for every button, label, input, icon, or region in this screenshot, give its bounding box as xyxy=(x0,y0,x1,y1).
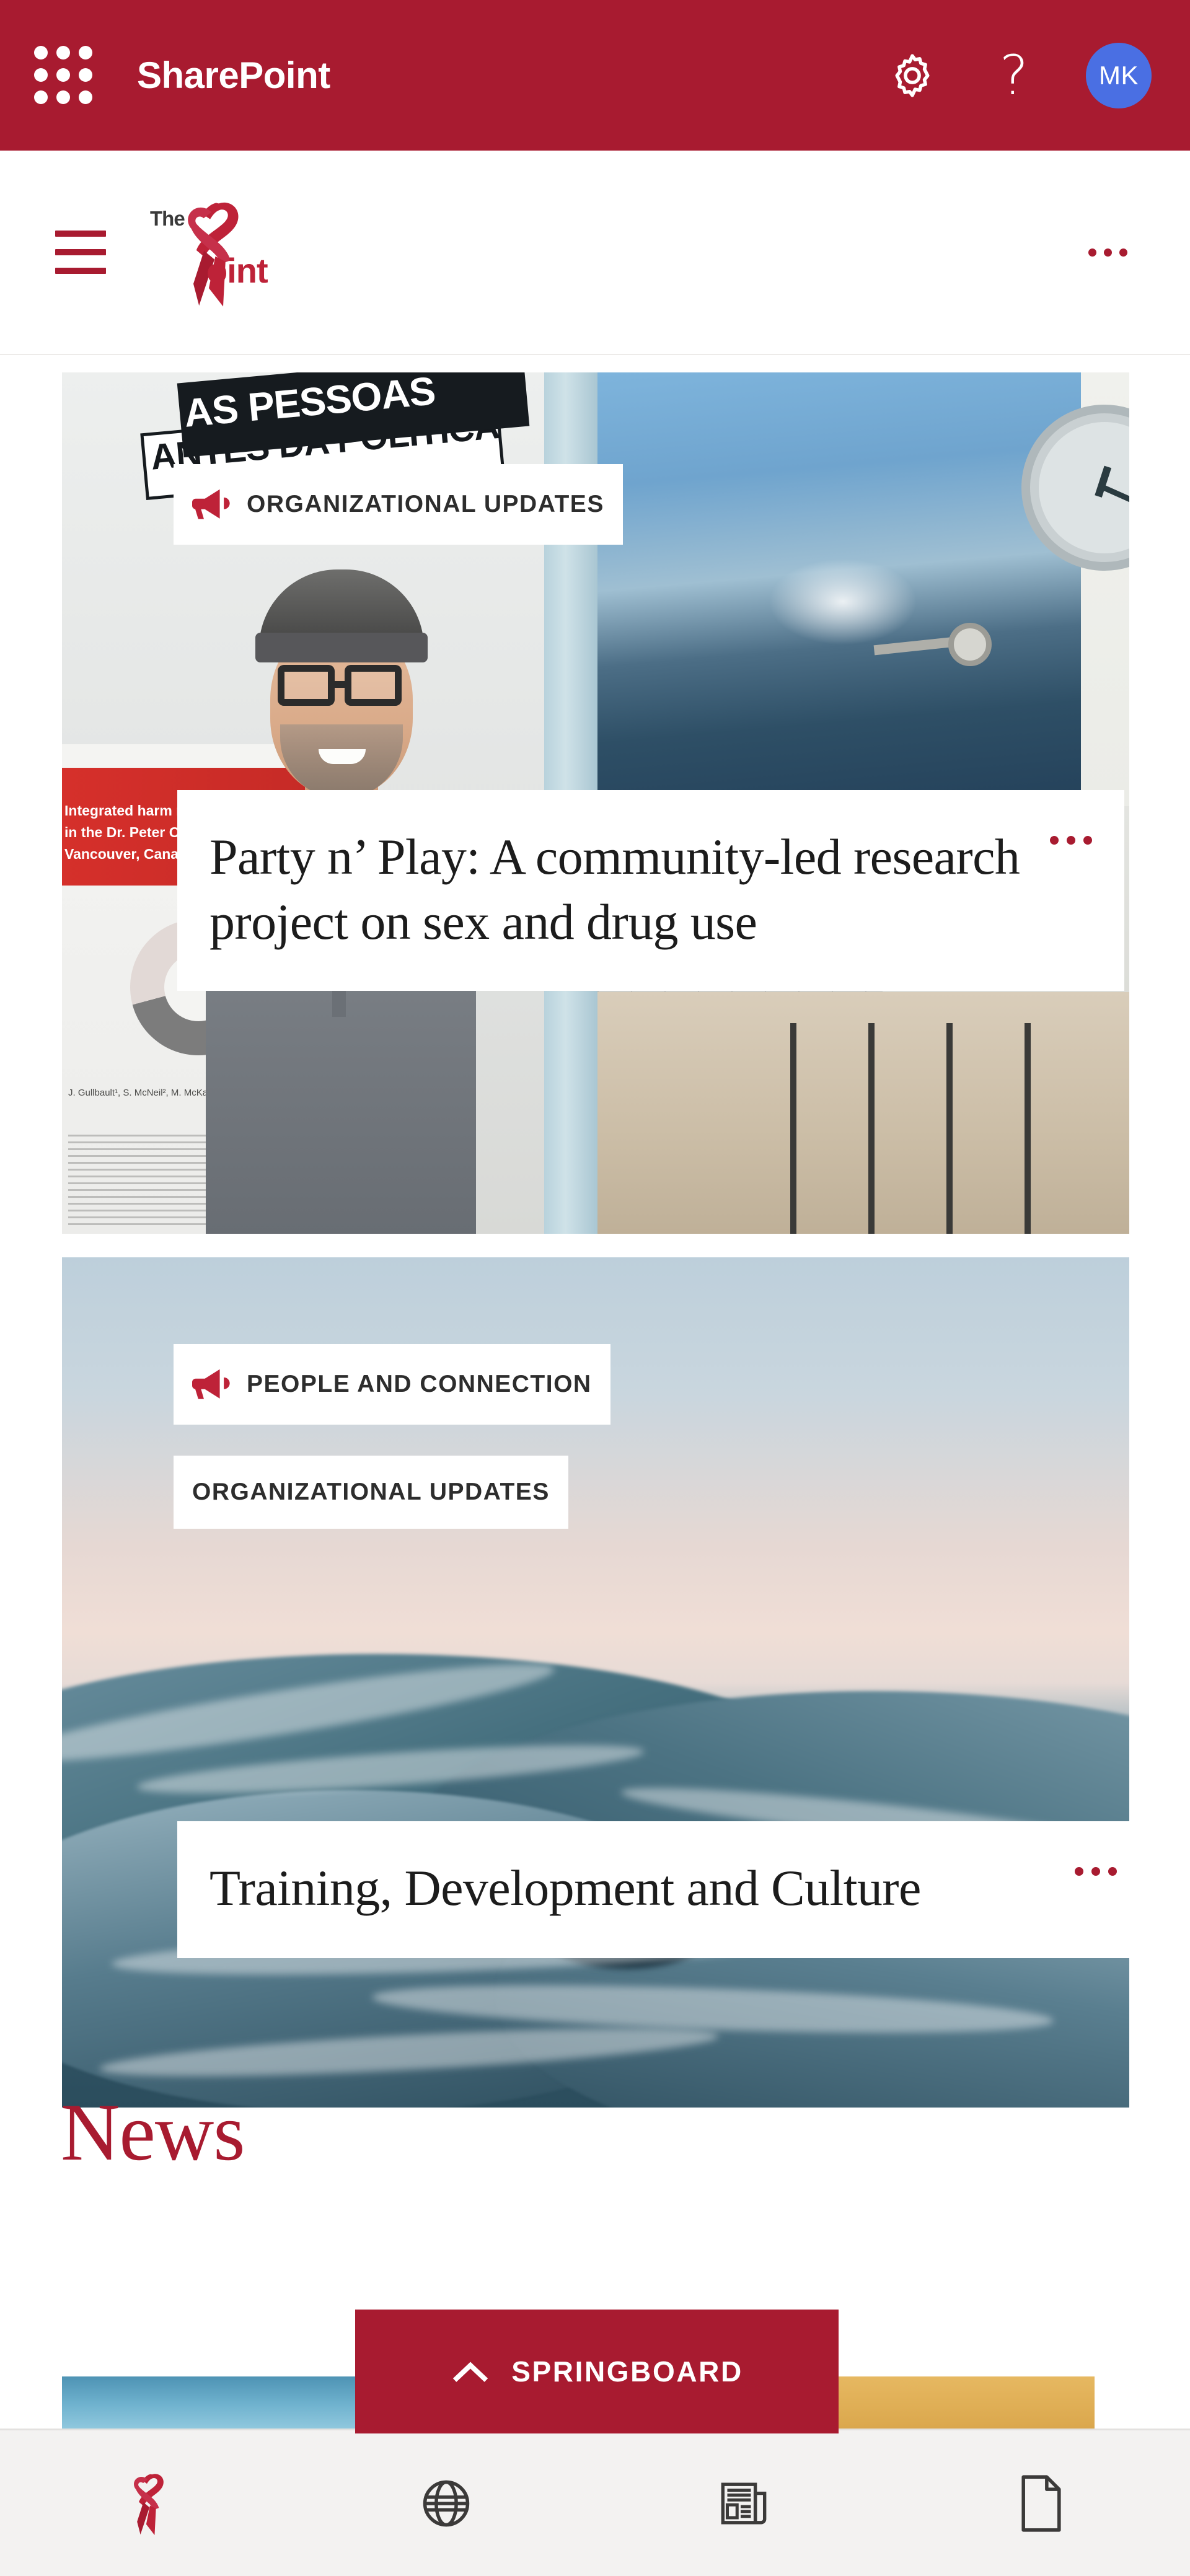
hero-card-2-badge-people-and-connection[interactable]: PEOPLE AND CONNECTION xyxy=(174,1344,610,1425)
waffle-dot xyxy=(34,45,48,59)
ellipsis-dot xyxy=(1067,836,1075,845)
hero-carousel: Integrated harm reduction services in th… xyxy=(0,356,1190,2108)
ellipsis-dot xyxy=(1091,1867,1100,1876)
waffle-dot xyxy=(79,90,92,104)
springboard-label: SPRINGBOARD xyxy=(511,2355,743,2388)
hamburger-bar xyxy=(55,231,106,237)
help-button[interactable]: ? xyxy=(984,46,1044,105)
hero-card-1-badge-organizational-updates[interactable]: ORGANIZATIONAL UPDATES xyxy=(174,464,623,545)
waffle-dot xyxy=(56,45,70,59)
nav-item-sites[interactable] xyxy=(298,2430,595,2576)
hero-card-2-title: Training, Development and Culture xyxy=(209,1860,921,1916)
logo-oint-text: oint xyxy=(206,251,268,290)
nav-item-news[interactable] xyxy=(595,2430,892,2576)
hamburger-bar xyxy=(55,268,106,274)
settings-button[interactable] xyxy=(883,46,942,105)
site-header-ellipsis-icon[interactable] xyxy=(1073,218,1142,286)
ellipsis-dot xyxy=(1108,1867,1117,1876)
aids-ribbon-icon xyxy=(134,2473,164,2535)
badge-label: ORGANIZATIONAL UPDATES xyxy=(247,491,604,517)
site-header: The oint xyxy=(0,151,1190,355)
the-point-logo[interactable]: The oint xyxy=(148,193,271,311)
hamburger-menu-icon[interactable] xyxy=(46,218,115,286)
waffle-grid-icon[interactable] xyxy=(34,45,94,105)
question-mark-icon: ? xyxy=(999,43,1029,107)
nav-item-home[interactable] xyxy=(0,2430,298,2576)
waffle-dot xyxy=(79,68,92,82)
hero-card-1-title: Party n’ Play: A community-led research … xyxy=(209,829,1020,950)
avatar[interactable]: MK xyxy=(1086,42,1152,108)
megaphone-icon xyxy=(192,1369,230,1399)
news-section: News xyxy=(0,2091,1190,2173)
document-icon xyxy=(1021,2474,1061,2532)
hero-card-2-ellipsis-icon[interactable] xyxy=(1075,1856,1117,1876)
megaphone-icon xyxy=(192,489,230,519)
hero-card-party-n-play[interactable]: Integrated harm reduction services in th… xyxy=(62,372,1129,1234)
springboard-button[interactable]: SPRINGBOARD xyxy=(355,2310,839,2433)
ellipsis-dot xyxy=(1119,248,1127,257)
news-heading: News xyxy=(61,2086,245,2178)
waffle-dot xyxy=(56,90,70,104)
ellipsis-dot xyxy=(1083,836,1092,845)
avatar-initials: MK xyxy=(1099,60,1139,90)
hero-card-2-title-plate[interactable]: Training, Development and Culture xyxy=(177,1821,1129,1958)
globe-icon xyxy=(423,2480,470,2526)
suite-bar-actions: ? MK xyxy=(883,42,1152,108)
bottom-navigation-bar xyxy=(0,2429,1190,2576)
waffle-dot xyxy=(79,45,92,59)
nav-item-files[interactable] xyxy=(892,2430,1190,2576)
ellipsis-dot xyxy=(1075,1867,1083,1876)
hero-card-training-development-culture[interactable]: PEOPLE AND CONNECTION ORGANIZATIONAL UPD… xyxy=(62,1257,1129,2108)
ellipsis-dot xyxy=(1050,836,1059,845)
sharepoint-mobile-home-page: SharePoint ? MK The oint Integrated harm… xyxy=(0,0,1190,2576)
badge-label: PEOPLE AND CONNECTION xyxy=(247,1371,592,1397)
suite-bar: SharePoint ? MK xyxy=(0,0,1190,151)
chevron-up-icon xyxy=(453,2362,488,2382)
ellipsis-dot xyxy=(1103,248,1112,257)
hero-card-1-ellipsis-icon[interactable] xyxy=(1050,825,1092,845)
gear-icon xyxy=(895,53,930,97)
hamburger-bar xyxy=(55,249,106,255)
hero-card-1-title-plate[interactable]: Party n’ Play: A community-led research … xyxy=(177,790,1124,991)
newspaper-icon xyxy=(721,2482,767,2525)
badge-label: ORGANIZATIONAL UPDATES xyxy=(192,1479,550,1505)
ellipsis-dot xyxy=(1088,248,1096,257)
waffle-dot xyxy=(34,90,48,104)
waffle-dot xyxy=(34,68,48,82)
hero-card-2-badge-organizational-updates[interactable]: ORGANIZATIONAL UPDATES xyxy=(174,1456,568,1529)
suite-title[interactable]: SharePoint xyxy=(137,54,330,97)
waffle-dot xyxy=(56,68,70,82)
